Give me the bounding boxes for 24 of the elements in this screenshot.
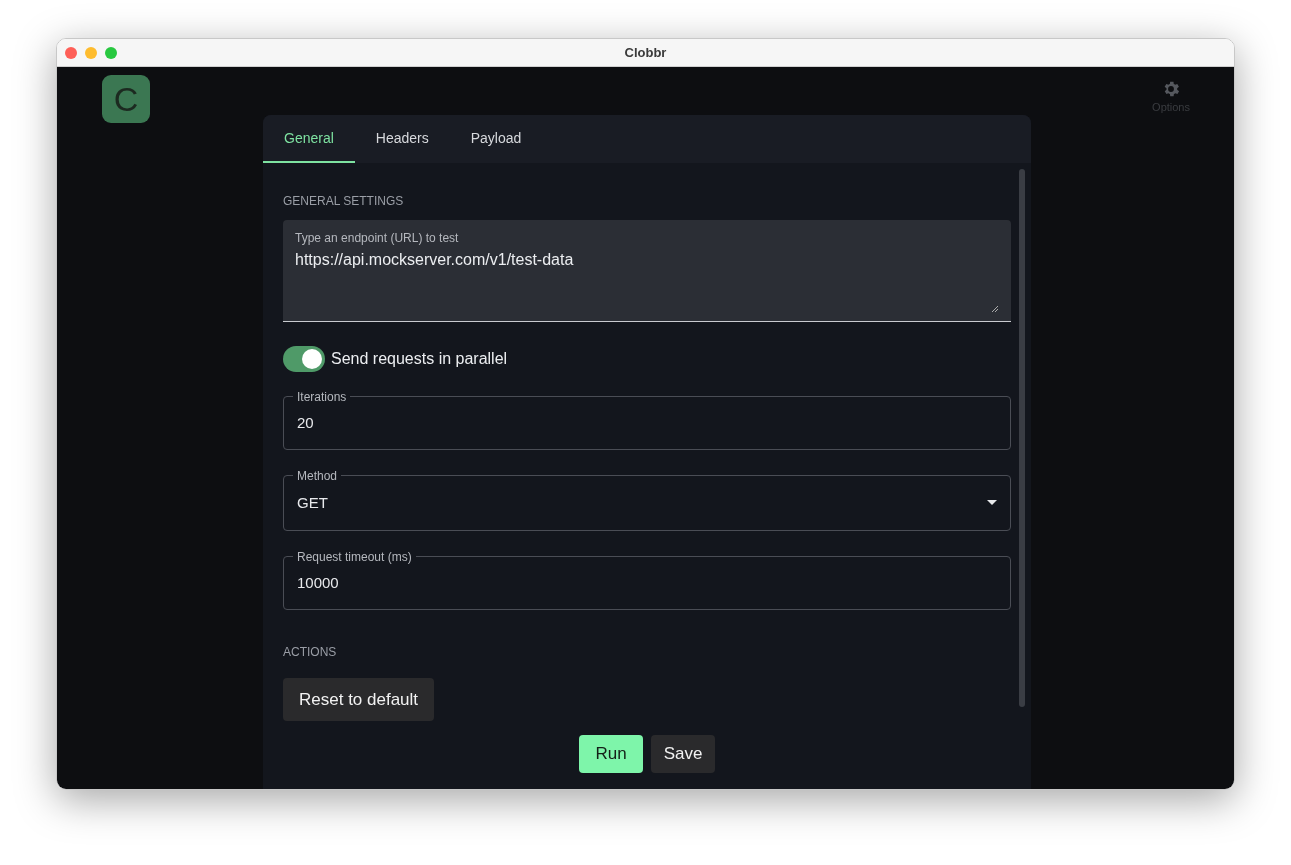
close-window-button[interactable] [65, 47, 77, 59]
reset-button[interactable]: Reset to default [283, 678, 435, 721]
dropdown-caret-icon [987, 500, 997, 505]
minimize-window-button[interactable] [85, 47, 97, 59]
resize-handle-icon[interactable] [991, 305, 999, 313]
field-value: GET [297, 492, 328, 513]
app-logo: C [102, 75, 150, 123]
tab[interactable]: Headers [354, 115, 450, 163]
tab[interactable]: Payload [449, 115, 543, 163]
field-value: 10000 [297, 572, 339, 593]
window-title: Clobbr [624, 43, 667, 62]
toggle-switch[interactable] [283, 346, 325, 372]
scrollbar[interactable] [1019, 169, 1025, 707]
field-value: 20 [297, 412, 314, 433]
field-value: https://api.mockserver.com/v1/test-data [295, 250, 575, 270]
toggle-label: Send requests in parallel [331, 349, 508, 369]
field-label: Type an endpoint (URL) to test [295, 230, 460, 247]
zoom-window-button[interactable] [105, 47, 117, 59]
endpoint-field[interactable]: Type an endpoint (URL) to test https://api.mockserver.com/v1/test-data [283, 220, 1011, 322]
section-heading: ACTIONS [283, 644, 338, 661]
run-button[interactable]: Run [579, 735, 643, 773]
section-heading: GENERAL SETTINGS [283, 193, 405, 210]
save-button[interactable]: Save [651, 735, 715, 773]
tab[interactable]: General [263, 115, 355, 163]
